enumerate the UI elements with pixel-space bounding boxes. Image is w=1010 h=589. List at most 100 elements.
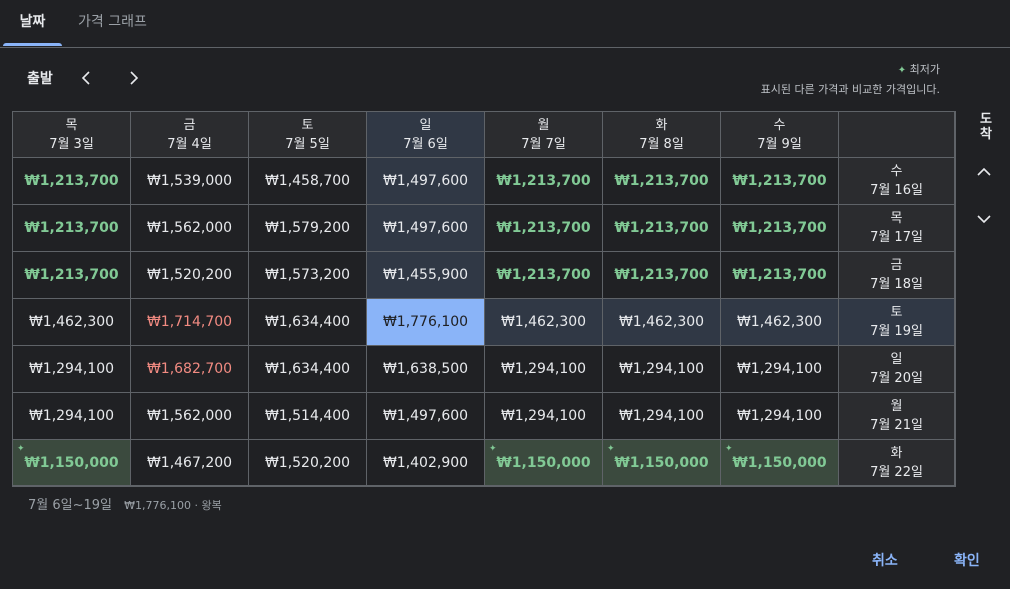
departure-next-button[interactable]: [122, 66, 146, 90]
price-cell[interactable]: ✦ ₩1,150,000: [721, 440, 839, 486]
price-cell[interactable]: ₩1,462,300: [721, 299, 839, 346]
price-cell[interactable]: ₩1,714,700: [131, 299, 249, 346]
chevron-up-icon: [977, 167, 991, 176]
price-value: ₩1,776,100: [382, 314, 469, 330]
departure-label: 출발: [27, 71, 53, 87]
price-cell[interactable]: ₩1,539,000: [131, 158, 249, 205]
price-value: ₩1,573,200: [264, 267, 351, 283]
price-cell[interactable]: ₩1,497,600: [367, 393, 485, 440]
price-value: ₩1,462,300: [618, 314, 705, 330]
row-header[interactable]: 화 7월 22일: [839, 440, 955, 486]
arrival-label: 도착: [980, 112, 992, 142]
tab-price-graph[interactable]: 가격 그래프: [78, 0, 147, 46]
price-cell[interactable]: ₩1,458,700: [249, 158, 367, 205]
price-cell[interactable]: ₩1,455,900: [367, 252, 485, 299]
price-cell[interactable]: ₩1,520,200: [249, 440, 367, 486]
price-cell[interactable]: ₩1,579,200: [249, 205, 367, 252]
price-cell[interactable]: ₩1,294,100: [13, 346, 131, 393]
row-date: 7월 20일: [870, 371, 923, 386]
column-header: 일 7월 6일: [367, 112, 485, 158]
price-cell[interactable]: ✦ ₩1,150,000: [485, 440, 603, 486]
row-header[interactable]: 금 7월 18일: [839, 252, 955, 299]
cancel-button[interactable]: 취소: [872, 550, 898, 570]
price-value: ₩1,213,700: [732, 173, 827, 189]
chevron-left-icon: [81, 71, 90, 85]
price-cell[interactable]: ₩1,294,100: [603, 393, 721, 440]
price-cell[interactable]: ₩1,573,200: [249, 252, 367, 299]
price-value: ₩1,539,000: [146, 173, 233, 189]
price-value: ₩1,294,100: [500, 361, 587, 377]
row-header[interactable]: 토 7월 19일: [839, 299, 955, 346]
price-cell[interactable]: ₩1,562,000: [131, 205, 249, 252]
price-cell[interactable]: ₩1,294,100: [721, 393, 839, 440]
column-day: 금: [183, 117, 196, 133]
price-cell[interactable]: ✦ ₩1,150,000: [603, 440, 721, 486]
price-cell[interactable]: ₩1,294,100: [485, 346, 603, 393]
column-date: 7월 9일: [757, 136, 802, 152]
row-date: 7월 19일: [870, 324, 923, 339]
row-header[interactable]: 목 7월 17일: [839, 205, 955, 252]
price-cell[interactable]: ₩1,213,700: [721, 205, 839, 252]
price-cell[interactable]: ₩1,682,700: [131, 346, 249, 393]
price-value: ₩1,294,100: [28, 408, 115, 424]
price-cell[interactable]: ₩1,213,700: [721, 158, 839, 205]
price-cell[interactable]: ₩1,294,100: [485, 393, 603, 440]
price-cell[interactable]: ₩1,213,700: [603, 252, 721, 299]
price-value: ₩1,402,900: [382, 454, 469, 471]
column-date: 7월 5일: [285, 136, 330, 152]
price-value: ₩1,294,100: [618, 408, 705, 424]
price-value: ₩1,579,200: [264, 220, 351, 236]
price-cell[interactable]: ₩1,213,700: [485, 252, 603, 299]
price-value: ₩1,562,000: [146, 220, 233, 236]
price-cell[interactable]: ₩1,462,300: [603, 299, 721, 346]
ok-button[interactable]: 확인: [954, 550, 980, 570]
price-cell[interactable]: ₩1,213,700: [603, 158, 721, 205]
chevron-down-icon: [977, 215, 991, 224]
row-day: 일: [890, 352, 903, 367]
sparkle-icon: ✦: [607, 444, 615, 454]
price-cell[interactable]: ₩1,520,200: [131, 252, 249, 299]
price-cell[interactable]: ₩1,213,700: [13, 252, 131, 299]
price-cell[interactable]: ₩1,213,700: [13, 158, 131, 205]
row-date: 7월 21일: [870, 418, 923, 433]
price-cell[interactable]: ₩1,467,200: [131, 440, 249, 486]
price-cell[interactable]: ₩1,514,400: [249, 393, 367, 440]
row-header[interactable]: 수 7월 16일: [839, 158, 955, 205]
price-cell[interactable]: ₩1,213,700: [13, 205, 131, 252]
price-cell[interactable]: ₩1,497,600: [367, 158, 485, 205]
price-cell[interactable]: ₩1,213,700: [485, 205, 603, 252]
price-value: ₩1,520,200: [146, 267, 233, 283]
row-header[interactable]: 월 7월 21일: [839, 393, 955, 440]
price-value: ₩1,294,100: [618, 361, 705, 377]
price-cell[interactable]: ₩1,776,100: [367, 299, 485, 346]
price-cell[interactable]: ₩1,497,600: [367, 205, 485, 252]
price-value: ₩1,497,600: [382, 220, 469, 236]
price-cell[interactable]: ✦ ₩1,150,000: [13, 440, 131, 486]
departure-prev-button[interactable]: [74, 66, 98, 90]
chevron-right-icon: [130, 71, 139, 85]
price-cell[interactable]: ₩1,213,700: [721, 252, 839, 299]
price-cell[interactable]: ₩1,462,300: [13, 299, 131, 346]
price-cell[interactable]: ₩1,294,100: [13, 393, 131, 440]
column-day: 일: [419, 117, 432, 133]
sparkle-icon: ✦: [725, 444, 733, 454]
price-cell[interactable]: ₩1,213,700: [603, 205, 721, 252]
price-value: ₩1,682,700: [146, 361, 233, 377]
price-cell[interactable]: ₩1,634,400: [249, 299, 367, 346]
price-value: ₩1,213,700: [24, 173, 119, 189]
price-cell[interactable]: ₩1,213,700: [485, 158, 603, 205]
price-cell[interactable]: ₩1,402,900: [367, 440, 485, 486]
row-header[interactable]: 일 7월 20일: [839, 346, 955, 393]
price-cell[interactable]: ₩1,294,100: [603, 346, 721, 393]
arrival-next-button[interactable]: [972, 207, 996, 231]
price-cell[interactable]: ₩1,462,300: [485, 299, 603, 346]
price-cell[interactable]: ₩1,562,000: [131, 393, 249, 440]
price-cell[interactable]: ₩1,634,400: [249, 346, 367, 393]
price-cell[interactable]: ₩1,638,500: [367, 346, 485, 393]
arrival-prev-button[interactable]: [972, 160, 996, 184]
price-value: ₩1,150,000: [614, 454, 709, 471]
price-cell[interactable]: ₩1,294,100: [721, 346, 839, 393]
tab-dates[interactable]: 날짜: [3, 0, 62, 46]
price-value: ₩1,562,000: [146, 408, 233, 424]
price-value: ₩1,213,700: [496, 220, 591, 236]
